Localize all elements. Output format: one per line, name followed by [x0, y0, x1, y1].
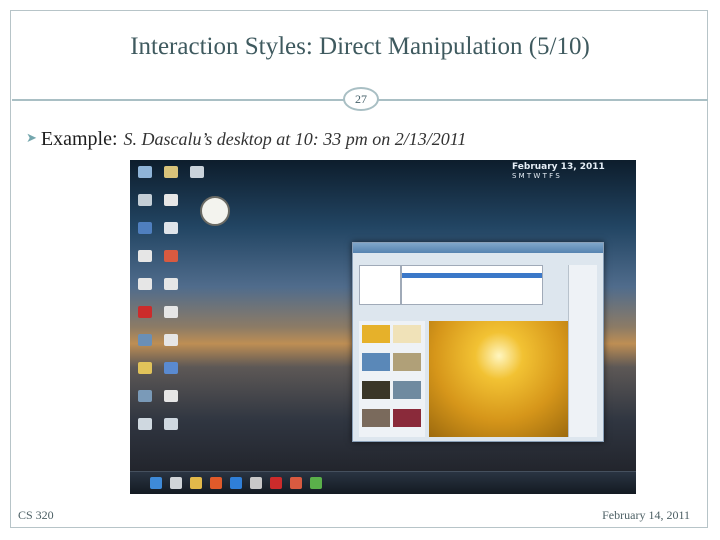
desktop-app-icon: [164, 250, 178, 262]
thumbnail: [393, 381, 421, 399]
slide-title: Interaction Styles: Direct Manipulation …: [130, 33, 590, 60]
thumbnail: [362, 325, 390, 343]
slide-date: February 14, 2011: [602, 508, 690, 522]
thumbnail: [362, 381, 390, 399]
desktop-screenshot: February 13, 2011 S M T W T F S: [130, 160, 636, 494]
thumbnail: [393, 409, 421, 427]
taskbar-app-icon: [250, 477, 262, 489]
start-button-icon: [150, 477, 162, 489]
calendar-days: S M T W T F S: [512, 172, 560, 180]
desktop-document-icon: [138, 250, 152, 262]
window-title-bar: [353, 243, 603, 253]
course-label: CS 320: [18, 508, 54, 522]
selected-row: [402, 273, 542, 278]
desktop-recycle-bin-icon: [138, 194, 152, 206]
info-panel: [568, 265, 597, 437]
desktop-document-icon: [164, 390, 178, 402]
taskbar-app-icon: [230, 477, 242, 489]
thumbnail-panel: [359, 321, 425, 437]
desktop-app-icon: [138, 222, 152, 234]
thumbnail: [362, 353, 390, 371]
desktop-folder-icon: [138, 362, 152, 374]
desktop-app-icon: [138, 390, 152, 402]
desktop-computer-icon: [138, 166, 152, 178]
collection-grid: [401, 265, 543, 305]
thumbnail: [393, 325, 421, 343]
calendar-header: February 13, 2011: [512, 162, 605, 172]
taskbar-app-icon: [210, 477, 222, 489]
desktop-folder-icon: [164, 166, 178, 178]
taskbar-app-icon: [290, 477, 302, 489]
desktop-app-icon: [138, 334, 152, 346]
bullet-lead: Example:: [40, 128, 118, 150]
taskbar-app-icon: [310, 477, 322, 489]
taskbar-app-icon: [270, 477, 282, 489]
desktop-document-icon: [164, 278, 178, 290]
taskbar-folder-icon: [190, 477, 202, 489]
clock-gadget: [200, 196, 230, 226]
taskbar: [130, 471, 636, 494]
bullet-detail: S. Dascalu’s desktop at 10: 33 pm on 2/1…: [123, 129, 467, 149]
bullet-arrow-icon: ➤: [26, 130, 37, 145]
desktop-network-icon: [190, 166, 204, 178]
desktop-app-icon: [138, 418, 152, 430]
desktop-app-icon: [164, 418, 178, 430]
desktop-pdf-icon: [138, 306, 152, 318]
desktop-document-icon: [164, 222, 178, 234]
desktop-document-icon: [164, 306, 178, 318]
slide-number: 27: [343, 87, 379, 111]
desktop-document-icon: [138, 278, 152, 290]
desktop-document-icon: [164, 334, 178, 346]
thumbnail: [393, 353, 421, 371]
thumbnail: [362, 409, 390, 427]
taskbar-app-icon: [170, 477, 182, 489]
desktop-app-icon: [164, 362, 178, 374]
bullet-item: ➤ Example: S. Dascalu’s desktop at 10: 33 …: [26, 128, 466, 151]
category-list: [359, 265, 401, 305]
wallpaper-preview: [429, 321, 569, 437]
calendar-gadget: February 13, 2011 S M T W T F S: [512, 162, 634, 220]
wallpaper-app-window: [352, 242, 604, 442]
desktop-document-icon: [164, 194, 178, 206]
